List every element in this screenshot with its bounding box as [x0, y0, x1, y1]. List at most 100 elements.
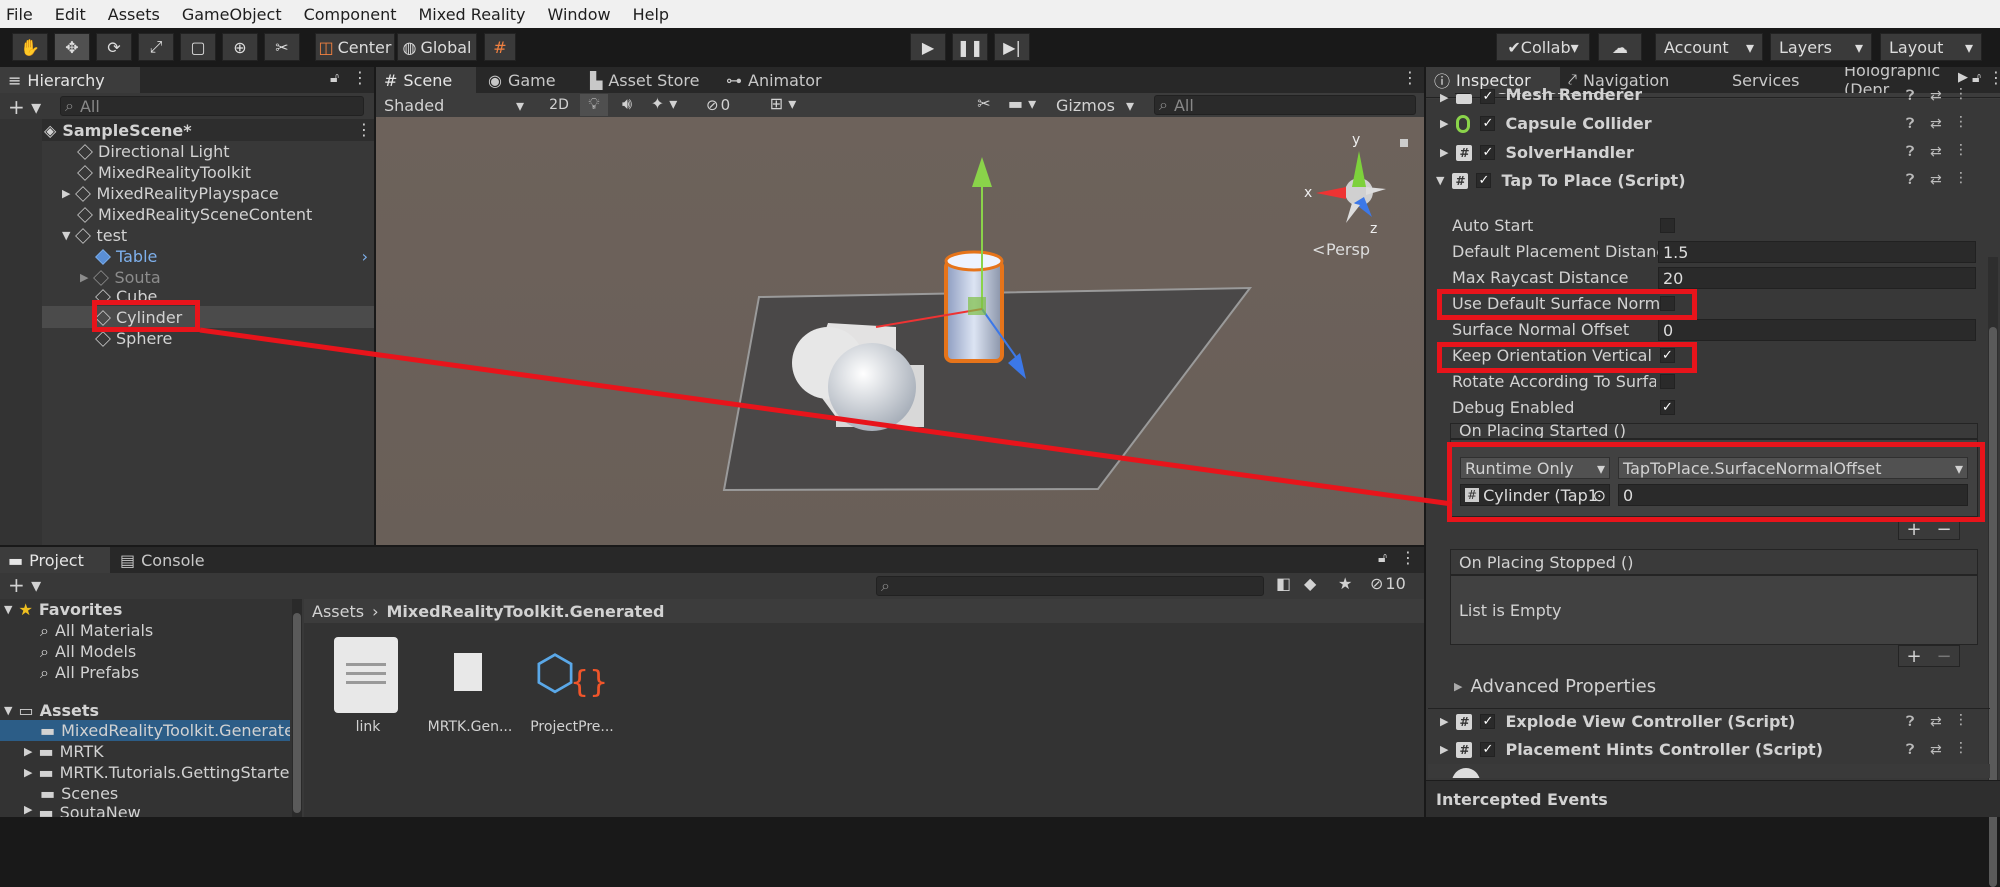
- favorites-header[interactable]: ▼ ★ Favorites: [4, 599, 122, 620]
- sphere-object[interactable]: [828, 343, 916, 431]
- expand-arrow-icon[interactable]: ▶: [24, 745, 32, 758]
- grid-snap-icon[interactable]: ⊞ ▾: [760, 94, 806, 116]
- scale-tool-icon[interactable]: ⤢: [138, 33, 174, 61]
- component-menu-icon[interactable]: ⋮: [1954, 86, 1968, 102]
- pivot-global-button[interactable]: ◍ Global: [397, 33, 477, 61]
- material-row[interactable]: [1428, 764, 1990, 778]
- collapse-arrow-icon[interactable]: ▼: [4, 603, 12, 616]
- menu-edit[interactable]: Edit: [55, 5, 86, 24]
- hidden-objects-toggle[interactable]: ⊘ 0: [706, 94, 754, 116]
- create-asset-button[interactable]: + ▾: [8, 573, 41, 597]
- collapse-arrow-icon[interactable]: ▼: [62, 229, 70, 242]
- pivot-center-button[interactable]: ◫ Center: [315, 33, 395, 61]
- component-enabled-checkbox[interactable]: ✓: [1480, 145, 1496, 160]
- list-item[interactable]: ▬ Scenes: [40, 783, 118, 804]
- tree-scrollbar[interactable]: [292, 599, 302, 817]
- argument-input[interactable]: 0: [1618, 484, 1968, 506]
- debug-enabled-checkbox[interactable]: ✓: [1660, 400, 1675, 415]
- collapse-arrow-icon[interactable]: ▼: [4, 704, 12, 717]
- list-item[interactable]: ▶ Souta: [80, 267, 161, 288]
- tab-scene[interactable]: # Scene: [376, 67, 476, 93]
- project-search-input[interactable]: ⌕: [876, 576, 1264, 596]
- plane-handle[interactable]: [968, 297, 986, 315]
- help-icon[interactable]: ❓︎: [1906, 144, 1914, 160]
- component-enabled-checkbox[interactable]: ✓: [1480, 742, 1496, 757]
- lock-icon[interactable]: 🔓︎: [330, 70, 339, 86]
- list-item[interactable]: Table ›: [95, 246, 372, 267]
- intercepted-events-bar[interactable]: Intercepted Events: [1426, 780, 2000, 817]
- list-item[interactable]: ▶ ▬ MRTK: [24, 741, 104, 762]
- runtime-mode-dropdown[interactable]: Runtime Only ▾: [1460, 457, 1610, 479]
- surface-normal-offset-input[interactable]: 0: [1658, 319, 1976, 341]
- scene-viewport[interactable]: y x z Persp <: [376, 117, 1424, 545]
- menu-window[interactable]: Window: [547, 5, 610, 24]
- menu-file[interactable]: File: [6, 5, 33, 24]
- menu-assets[interactable]: Assets: [108, 5, 160, 24]
- list-item-selected[interactable]: Cylinder: [95, 307, 182, 328]
- help-icon[interactable]: ❓︎: [1906, 88, 1914, 104]
- preset-icon[interactable]: ⇄: [1930, 116, 1942, 132]
- component-enabled-checkbox[interactable]: ✓: [1476, 173, 1492, 188]
- hierarchy-search-input[interactable]: ⌕ All: [60, 96, 364, 116]
- keep-orientation-vertical-checkbox[interactable]: ✓: [1660, 348, 1675, 363]
- toggle-2d-button[interactable]: 2D: [544, 94, 574, 116]
- list-item[interactable]: ⌕ All Prefabs: [40, 662, 139, 683]
- list-item[interactable]: Directional Light: [77, 141, 230, 162]
- preset-icon[interactable]: ⇄: [1930, 88, 1942, 104]
- custom-tool-icon[interactable]: ✂: [264, 33, 300, 61]
- collab-dropdown[interactable]: ✔ Collab ▾: [1496, 33, 1590, 61]
- tab-hierarchy[interactable]: ≡ Hierarchy: [0, 67, 140, 93]
- expand-arrow-icon[interactable]: ▶: [1440, 715, 1448, 728]
- preset-icon[interactable]: ⇄: [1930, 172, 1942, 188]
- tab-asset-store[interactable]: ▙ Asset Store: [582, 67, 707, 93]
- component-explode-view[interactable]: ▶ # ✓ Explode View Controller (Script): [1440, 711, 1795, 732]
- expand-arrow-icon[interactable]: ▶: [1440, 743, 1448, 756]
- target-object-field[interactable]: # Cylinder (Tap1 ⊙: [1460, 484, 1610, 506]
- component-tap-to-place[interactable]: ▼ # ✓ Tap To Place (Script): [1436, 170, 1686, 191]
- cloud-icon[interactable]: ☁: [1598, 33, 1642, 61]
- hand-tool-icon[interactable]: ✋: [12, 33, 48, 61]
- assets-header[interactable]: ▼ ▭ Assets: [4, 700, 99, 721]
- layout-dropdown[interactable]: Layout ▾: [1880, 33, 1982, 61]
- scene-search-input[interactable]: ⌕ All: [1154, 95, 1416, 115]
- list-item[interactable]: ▶ ▬ MRTK.Tutorials.GettingStarted: [24, 762, 290, 783]
- file-icon[interactable]: [454, 653, 482, 691]
- text-file-icon[interactable]: [334, 637, 398, 713]
- effects-icon[interactable]: ✦ ▾: [646, 94, 682, 116]
- preset-icon[interactable]: ⇄: [1930, 144, 1942, 160]
- inspector-scrollbar[interactable]: [1988, 257, 1998, 887]
- component-enabled-checkbox[interactable]: ✓: [1480, 714, 1496, 729]
- expand-arrow-icon[interactable]: ▶: [1440, 117, 1448, 130]
- rotate-according-checkbox[interactable]: [1660, 374, 1675, 389]
- more-options-icon[interactable]: ⋮: [1402, 68, 1418, 87]
- menu-mixed-reality[interactable]: Mixed Reality: [418, 5, 525, 24]
- lighting-icon[interactable]: 💡︎: [580, 94, 608, 116]
- breadcrumb-current[interactable]: MixedRealityToolkit.Generated: [386, 602, 664, 621]
- move-tool-icon[interactable]: ✥: [54, 33, 90, 61]
- snap-grid-icon[interactable]: #: [484, 33, 516, 61]
- help-icon[interactable]: ❓︎: [1906, 742, 1914, 758]
- component-placement-hints[interactable]: ▶ # ✓ Placement Hints Controller (Script): [1440, 739, 1823, 760]
- step-icon[interactable]: ▶|: [994, 33, 1030, 61]
- add-icon[interactable]: +: [1906, 519, 1921, 540]
- expand-arrow-icon[interactable]: ▶: [80, 271, 88, 284]
- component-enabled-checkbox[interactable]: ✓: [1480, 89, 1496, 104]
- camera-icon[interactable]: ▬ ▾: [1002, 94, 1042, 116]
- rect-tool-icon[interactable]: ▢: [180, 33, 216, 61]
- label-icon[interactable]: ◆: [1304, 574, 1316, 593]
- list-item[interactable]: ⌕ All Models: [40, 641, 136, 662]
- tab-game[interactable]: ◉ Game: [480, 67, 564, 93]
- more-options-icon[interactable]: ⋮: [352, 68, 368, 87]
- menu-gameobject[interactable]: GameObject: [182, 5, 282, 24]
- list-item-selected[interactable]: ▬ MixedRealityToolkit.Generated: [40, 720, 290, 741]
- tools-icon[interactable]: ✂: [972, 94, 996, 116]
- expand-arrow-icon[interactable]: ▶: [24, 803, 32, 816]
- script-asset-icon[interactable]: ⬡{}: [534, 637, 608, 713]
- function-dropdown[interactable]: TapToPlace.SurfaceNormalOffset ▾: [1618, 457, 1968, 479]
- component-enabled-checkbox[interactable]: ✓: [1480, 116, 1496, 131]
- advanced-properties-foldout[interactable]: ▶ Advanced Properties: [1454, 676, 1656, 697]
- transform-tool-icon[interactable]: ⊕: [222, 33, 258, 61]
- expand-arrow-icon[interactable]: ▶: [24, 766, 32, 779]
- auto-start-checkbox[interactable]: [1660, 218, 1675, 233]
- component-menu-icon[interactable]: ⋮: [1954, 170, 1968, 186]
